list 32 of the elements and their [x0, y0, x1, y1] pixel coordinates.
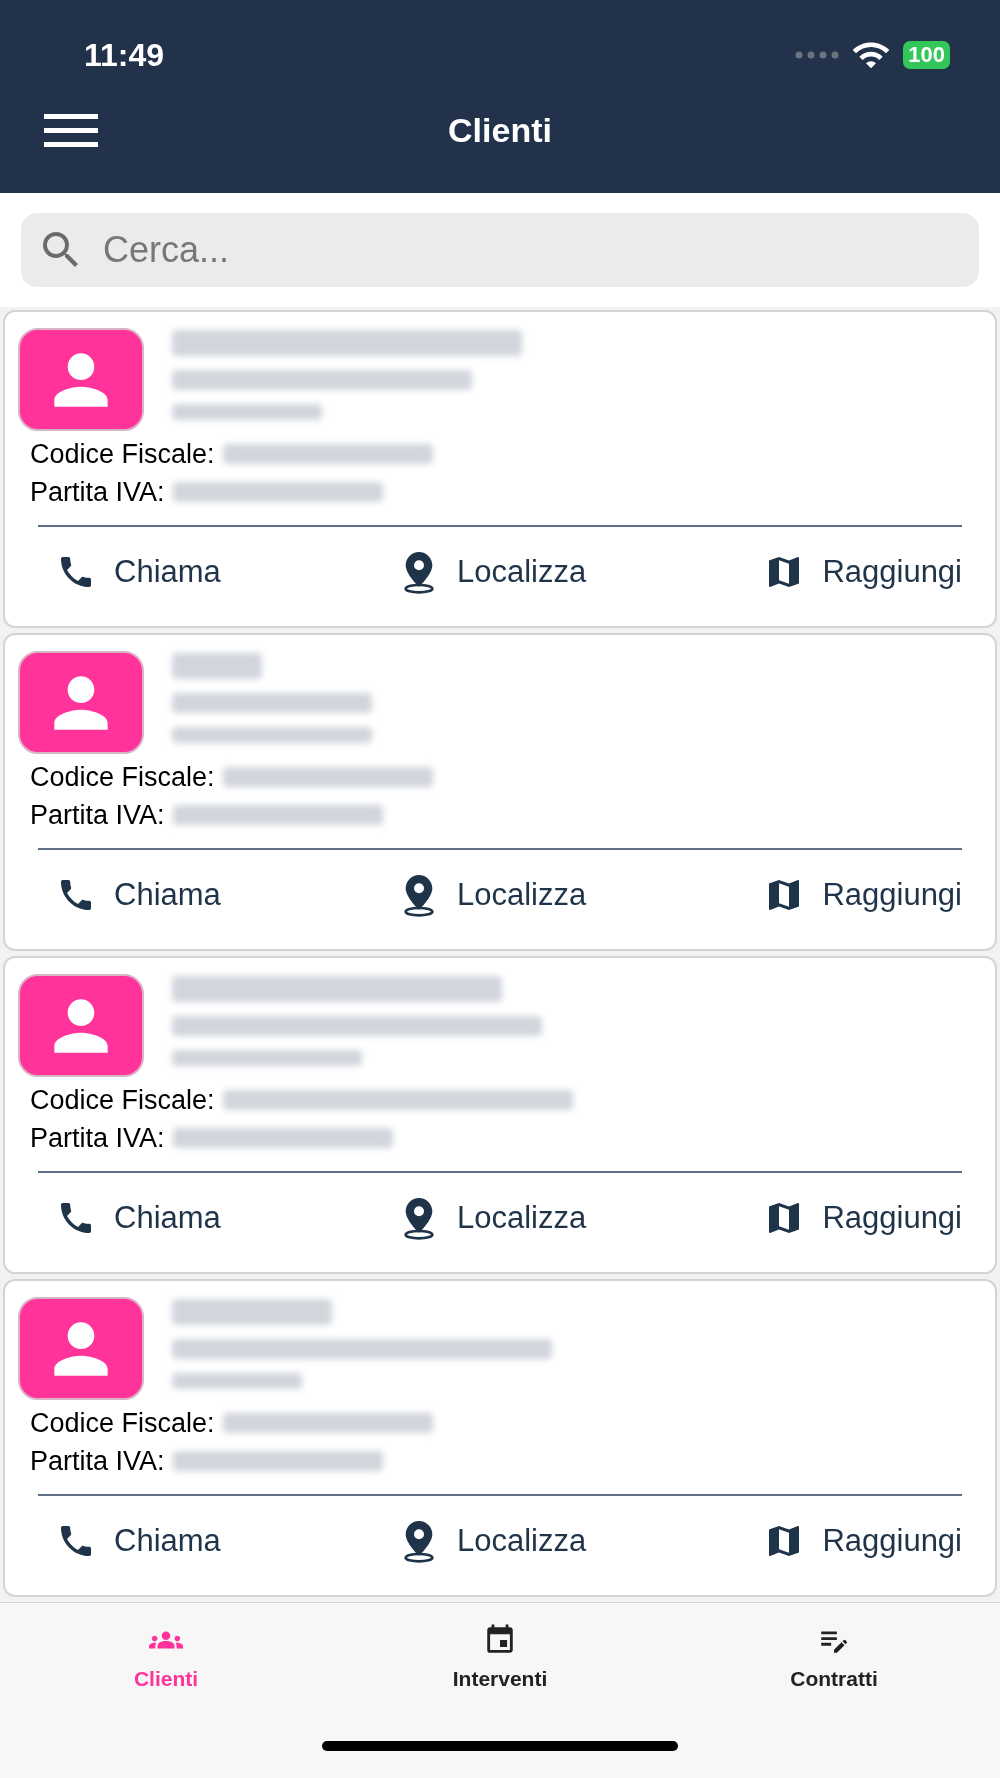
action-button[interactable]: Chiama [56, 1195, 221, 1242]
action-button[interactable]: Localizza [399, 1195, 587, 1242]
signal-icon [795, 51, 840, 59]
action-button[interactable]: Localizza [399, 872, 587, 919]
client-card[interactable]: Codice Fiscale: Partita IVA: Chiama Localizza Raggiungi [3, 633, 997, 951]
action-button[interactable]: Raggiungi [764, 1195, 962, 1242]
action-button[interactable]: Localizza [399, 549, 587, 596]
battery-level: 100 [903, 41, 950, 69]
tab-button[interactable]: Interventi [400, 1623, 600, 1695]
status-time: 11:49 [84, 36, 165, 75]
action-button[interactable]: Localizza [399, 1518, 587, 1565]
client-card[interactable]: Codice Fiscale: Partita IVA: Chiama Localizza Raggiungi [3, 310, 997, 628]
vat-label: Partita IVA: [30, 1122, 165, 1155]
action-button[interactable]: Chiama [56, 1518, 221, 1565]
action-button[interactable]: Chiama [56, 872, 221, 919]
vat-label: Partita IVA: [30, 476, 165, 509]
action-button[interactable]: Raggiungi [764, 549, 962, 596]
action-button[interactable]: Raggiungi [764, 1518, 962, 1565]
vat-label: Partita IVA: [30, 799, 165, 832]
search-field[interactable]: Cerca... [21, 213, 979, 287]
fiscal-code-label: Codice Fiscale: [30, 1084, 215, 1117]
tab-button[interactable]: Contratti [734, 1623, 934, 1695]
menu-icon[interactable] [44, 112, 98, 148]
fiscal-code-label: Codice Fiscale: [30, 1407, 215, 1440]
vat-label: Partita IVA: [30, 1445, 165, 1478]
client-card[interactable]: Codice Fiscale: Partita IVA: Chiama Localizza Raggiungi [3, 1279, 997, 1597]
client-card[interactable]: Codice Fiscale: Partita IVA: Chiama Localizza Raggiungi [3, 956, 997, 1274]
action-button[interactable]: Chiama [56, 549, 221, 596]
action-button[interactable]: Raggiungi [764, 872, 962, 919]
page-title: Clienti [448, 109, 552, 151]
fiscal-code-label: Codice Fiscale: [30, 438, 215, 471]
fiscal-code-label: Codice Fiscale: [30, 761, 215, 794]
